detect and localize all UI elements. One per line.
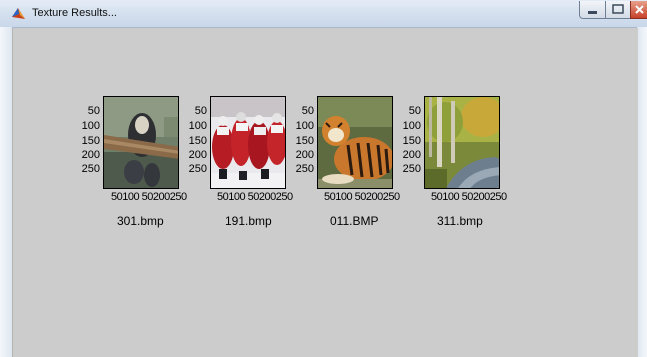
maximize-button[interactable] xyxy=(605,1,631,19)
window-title: Texture Results... xyxy=(32,7,117,19)
matlab-icon xyxy=(12,8,25,19)
close-button[interactable] xyxy=(630,1,647,19)
y-tick: 250 xyxy=(295,163,314,175)
image-axes[interactable] xyxy=(424,96,500,189)
x-ticks: 50100 50200250 xyxy=(431,191,507,203)
close-icon xyxy=(635,5,644,14)
image-filename: 311.bmp xyxy=(437,214,483,228)
minimize-button[interactable] xyxy=(579,1,606,19)
y-tick: 100 xyxy=(295,120,314,132)
y-tick: 250 xyxy=(402,163,421,175)
y-tick: 50 xyxy=(194,105,207,117)
y-tick: 100 xyxy=(81,120,100,132)
minimize-icon xyxy=(588,11,597,14)
tiger-image xyxy=(318,97,392,188)
x-ticks: 50100 50200250 xyxy=(217,191,293,203)
maximize-icon xyxy=(612,4,624,14)
y-tick: 50 xyxy=(301,105,314,117)
image-filename: 301.bmp xyxy=(117,214,164,228)
hockey-team-image xyxy=(211,97,285,188)
y-tick: 200 xyxy=(295,149,314,161)
y-tick: 200 xyxy=(188,149,207,161)
image-filename: 011.BMP xyxy=(330,214,379,228)
y-tick: 100 xyxy=(188,120,207,132)
window-frame-left xyxy=(0,27,12,357)
y-tick: 100 xyxy=(402,120,421,132)
window-frame-right xyxy=(637,27,647,357)
y-tick: 150 xyxy=(81,135,100,147)
window-title-bar[interactable]: Texture Results... xyxy=(0,0,647,28)
y-tick: 150 xyxy=(188,135,207,147)
monkey-image xyxy=(104,97,178,188)
y-tick: 50 xyxy=(87,105,100,117)
y-tick: 200 xyxy=(402,149,421,161)
y-tick: 200 xyxy=(81,149,100,161)
image-axes[interactable] xyxy=(317,96,393,189)
x-ticks: 50100 50200250 xyxy=(111,191,187,203)
forest-stream-image xyxy=(425,97,499,188)
y-tick: 150 xyxy=(295,135,314,147)
y-tick: 50 xyxy=(408,105,421,117)
image-axes[interactable] xyxy=(103,96,179,189)
y-tick: 150 xyxy=(402,135,421,147)
x-ticks: 50100 50200250 xyxy=(324,191,400,203)
y-tick: 250 xyxy=(188,163,207,175)
y-tick: 250 xyxy=(81,163,100,175)
image-filename: 191.bmp xyxy=(225,214,272,228)
image-axes[interactable] xyxy=(210,96,286,189)
